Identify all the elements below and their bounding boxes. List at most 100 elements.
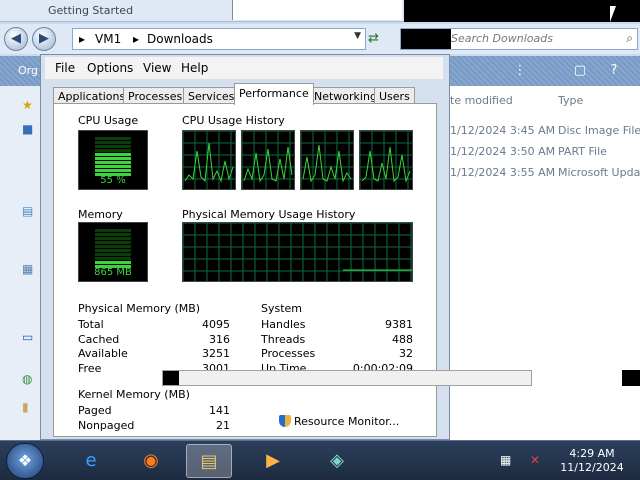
- stat-value-processes: 32: [399, 347, 413, 360]
- meter-segment: [95, 249, 131, 252]
- stat-value-nonpaged: 21: [216, 419, 230, 432]
- system-title: System: [261, 302, 303, 315]
- search-placeholder: Search Downloads: [451, 32, 553, 45]
- stat-value-threads: 488: [392, 333, 413, 346]
- file-modified[interactable]: 1/12/2024 3:55 AM: [450, 166, 555, 179]
- memory-history-label: Physical Memory Usage History: [182, 208, 356, 221]
- redacted-area: [232, 0, 402, 20]
- file-list: te modified Type 1/12/2024 3:45 AM Disc …: [446, 86, 640, 440]
- pinned-app-button[interactable]: ◈: [314, 444, 360, 478]
- menu-file[interactable]: File: [55, 61, 75, 75]
- firefox-button[interactable]: ◉: [128, 444, 174, 478]
- firefox-icon: ◉: [143, 450, 159, 471]
- start-button[interactable]: ❖: [6, 443, 44, 479]
- horizontal-scrollbar[interactable]: [162, 370, 532, 386]
- preview-pane-icon[interactable]: ▢: [572, 63, 588, 79]
- cpu-usage-bars: [95, 137, 131, 176]
- resource-monitor-button[interactable]: Resource Monitor...: [279, 415, 399, 428]
- internet-explorer-button[interactable]: e: [68, 444, 114, 478]
- file-modified[interactable]: 1/12/2024 3:50 AM: [450, 145, 555, 158]
- address-input[interactable]: ▸ VM1 ▸ Downloads ▼: [72, 28, 366, 50]
- meter-segment: [95, 261, 131, 264]
- meter-segment: [95, 137, 131, 140]
- organize-menu[interactable]: Org: [18, 64, 38, 77]
- menu-help[interactable]: Help: [181, 61, 208, 75]
- app-icon: ◈: [330, 450, 344, 471]
- scrollbar-thumb[interactable]: [163, 371, 179, 385]
- stat-value-handles: 9381: [385, 318, 413, 331]
- physical-memory-title: Physical Memory (MB): [78, 302, 201, 315]
- column-header-type[interactable]: Type: [558, 94, 583, 107]
- explorer-title-text: Getting Started: [48, 4, 134, 17]
- refresh-icon[interactable]: ⇄: [368, 31, 379, 46]
- redacted-area: [622, 370, 640, 386]
- clock-date: 11/12/2024: [560, 461, 624, 474]
- stat-value-cached: 316: [209, 333, 230, 346]
- media-player-button[interactable]: ▶: [250, 444, 296, 478]
- network-icon[interactable]: ◍: [22, 372, 36, 386]
- stat-value-available: 3251: [202, 347, 230, 360]
- cpu-history-label: CPU Usage History: [182, 114, 285, 127]
- libraries-icon[interactable]: ▤: [22, 204, 36, 218]
- windows-explorer-button[interactable]: ▤: [186, 444, 232, 478]
- kernel-memory-title: Kernel Memory (MB): [78, 388, 190, 401]
- ie-icon: e: [85, 450, 97, 471]
- forward-button[interactable]: ▶: [32, 27, 56, 51]
- clock-time: 4:29 AM: [569, 447, 615, 460]
- breadcrumb-downloads[interactable]: Downloads: [147, 32, 213, 46]
- uac-shield-icon: [279, 415, 291, 427]
- tab-performance[interactable]: Performance: [234, 83, 314, 105]
- breadcrumb-vm1[interactable]: VM1: [95, 32, 121, 46]
- help-icon[interactable]: ?: [606, 63, 622, 79]
- forward-arrow-icon: ▶: [39, 31, 49, 46]
- file-type[interactable]: Disc Image File: [558, 124, 640, 137]
- windows-logo-icon: ❖: [17, 451, 33, 470]
- desktop-icon[interactable]: ■: [22, 122, 36, 136]
- meter-segment: [95, 153, 131, 156]
- meter-segment: [95, 169, 131, 172]
- meter-segment: [95, 257, 131, 260]
- file-modified[interactable]: 1/12/2024 3:45 AM: [450, 124, 555, 137]
- stat-value-paged: 141: [209, 404, 230, 417]
- meter-segment: [95, 161, 131, 164]
- graph-trace-line: [302, 144, 352, 183]
- file-type[interactable]: PART File: [558, 145, 607, 158]
- menu-options[interactable]: Options: [87, 61, 133, 75]
- stat-label-cached: Cached: [78, 333, 120, 346]
- stat-label-available: Available: [78, 347, 128, 360]
- taskbar: ❖ e ◉ ▤ ▶ ◈ ▦ ✕ 4:29 AM 11/12/2024: [0, 440, 640, 480]
- column-header-date-modified[interactable]: te modified: [450, 94, 513, 107]
- menu-view[interactable]: View: [143, 61, 171, 75]
- graph-trace-line: [361, 146, 411, 183]
- search-input[interactable]: Search Downloads ⌕: [400, 28, 638, 50]
- back-arrow-icon: ◀: [11, 31, 21, 46]
- meter-segment: [95, 145, 131, 148]
- drive-icon[interactable]: ▮: [22, 400, 36, 414]
- volume-muted-icon[interactable]: ✕: [530, 453, 540, 467]
- mouse-cursor-icon: [610, 6, 616, 22]
- stat-label-threads: Threads: [261, 333, 306, 346]
- favorites-star-icon[interactable]: ★: [22, 98, 36, 112]
- back-button[interactable]: ◀: [4, 27, 28, 51]
- memory-usage-meter: 865 MB: [78, 222, 148, 282]
- stat-label-processes: Processes: [261, 347, 316, 360]
- file-type[interactable]: Microsoft Upda: [558, 166, 640, 179]
- network-tray-icon[interactable]: ▦: [500, 453, 511, 467]
- graph-trace-line: [184, 142, 234, 183]
- meter-segment: [95, 141, 131, 144]
- meter-segment: [95, 229, 131, 232]
- computer-icon[interactable]: ▭: [22, 330, 36, 344]
- stat-label-nonpaged: Nonpaged: [78, 419, 135, 432]
- stat-value-total: 4095: [202, 318, 230, 331]
- documents-icon[interactable]: ▦: [22, 262, 36, 276]
- system-clock[interactable]: 4:29 AM 11/12/2024: [552, 447, 632, 475]
- media-player-icon: ▶: [266, 450, 280, 471]
- chevron-down-icon[interactable]: ▼: [354, 31, 361, 41]
- view-options-icon[interactable]: ⋮: [512, 63, 528, 79]
- cpu-history-graph-core-1: [182, 130, 236, 190]
- search-icon[interactable]: ⌕: [626, 31, 633, 46]
- redacted-area: [404, 0, 640, 22]
- cpu-history-graph-core-4: [359, 130, 413, 190]
- meter-segment: [95, 253, 131, 256]
- navigation-pane: ★ ■ ▤ ▦ ▭ ◍ ▮: [0, 86, 42, 440]
